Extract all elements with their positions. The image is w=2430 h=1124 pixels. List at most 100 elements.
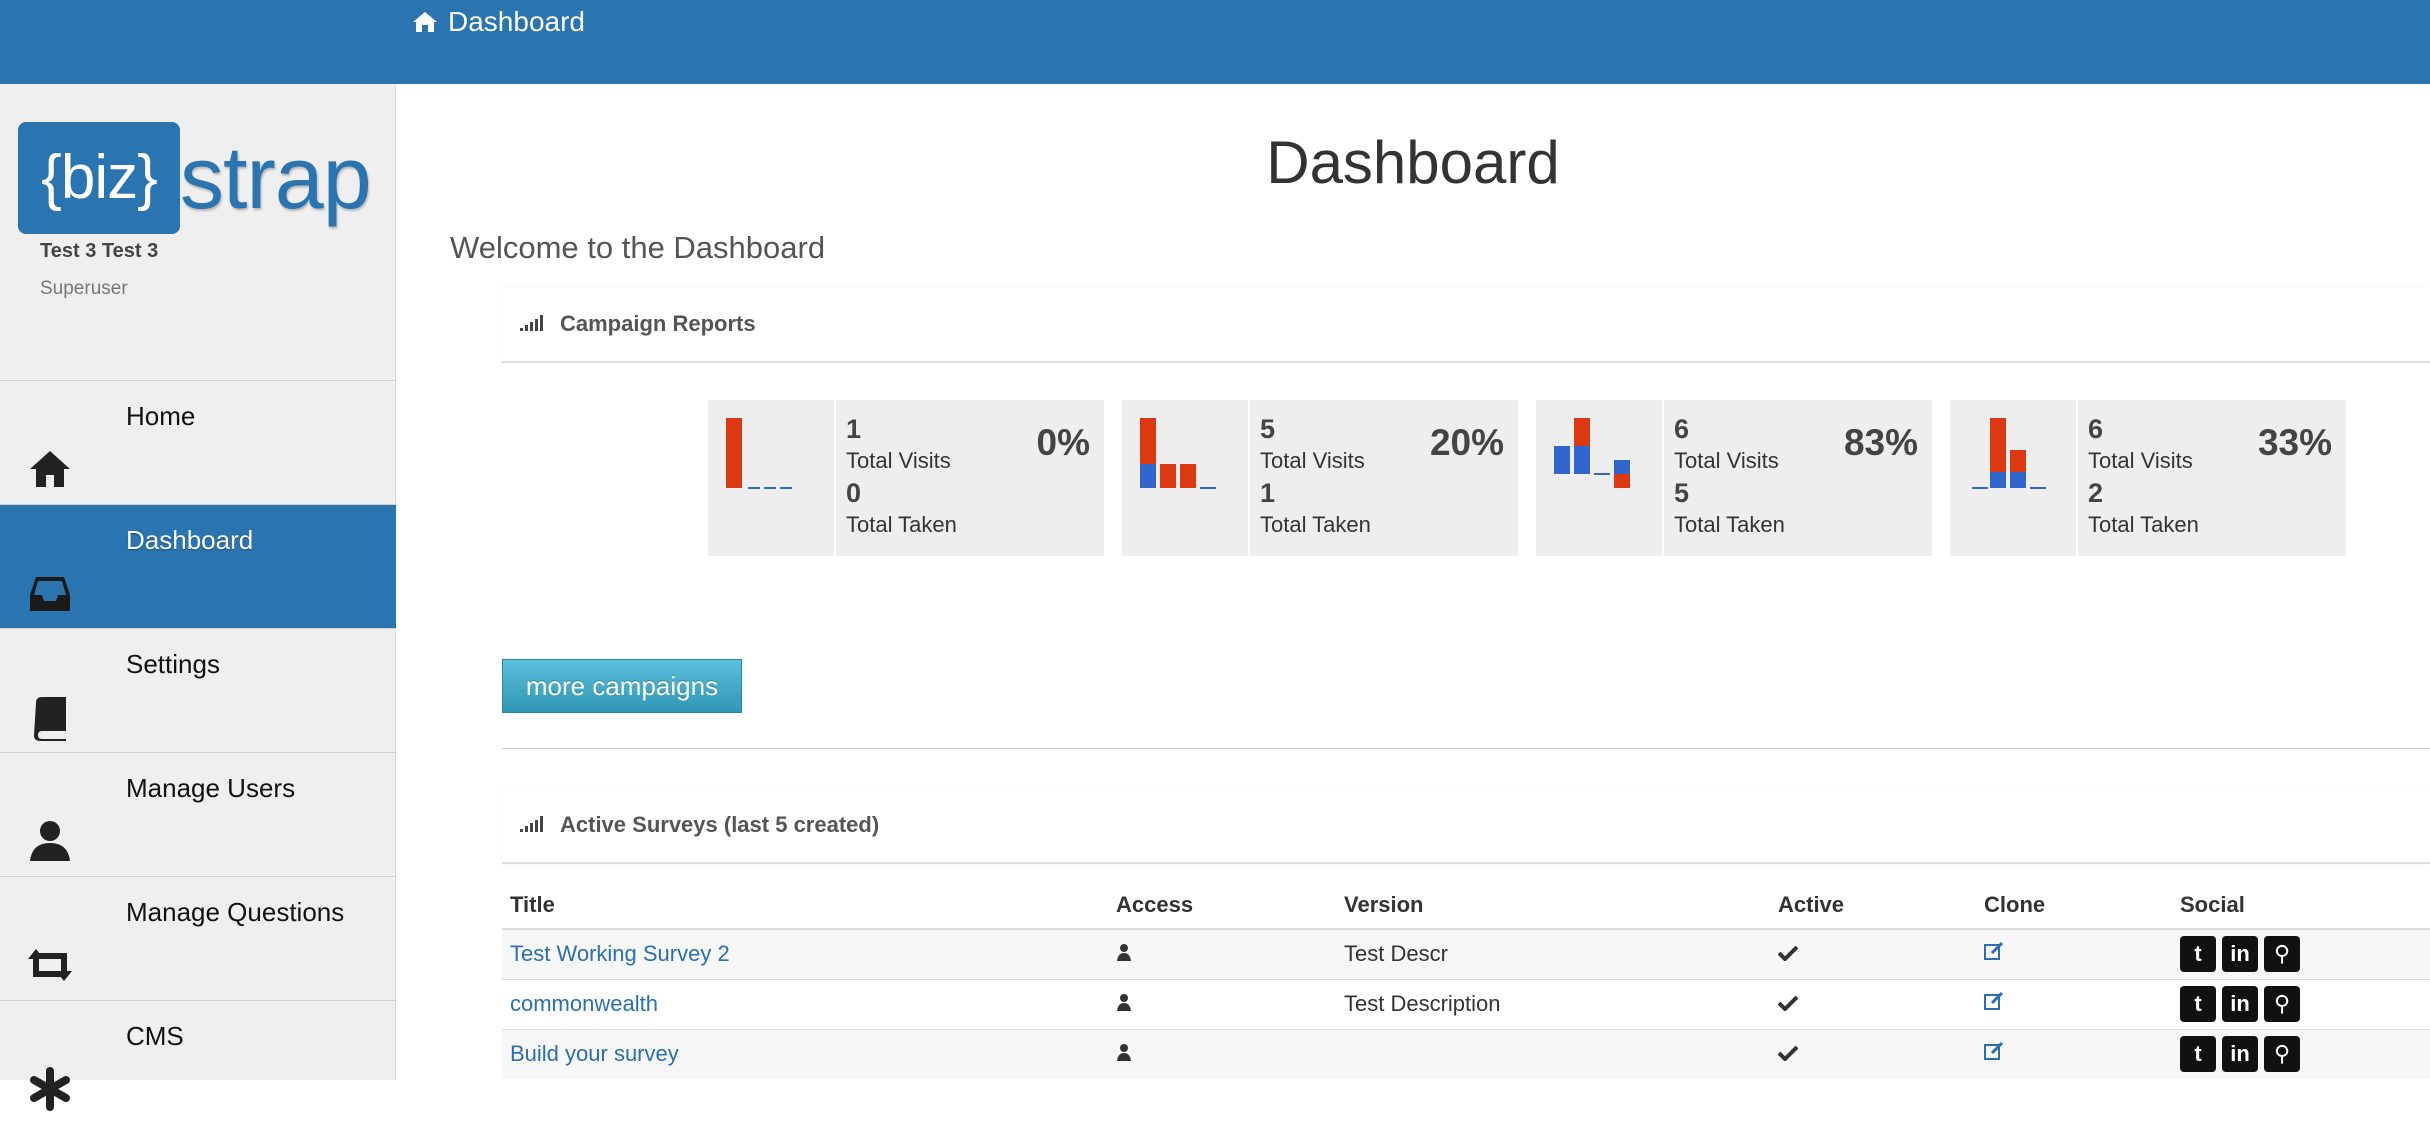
sidebar-item-manage-questions[interactable]: Manage Questions — [0, 876, 396, 1000]
sidebar-item-label: Home — [126, 401, 196, 431]
total-taken-label: Total Taken — [1260, 512, 1371, 537]
survey-version — [1336, 1028, 1770, 1079]
edit-icon[interactable] — [1984, 1041, 2004, 1061]
active-surveys-table: Title Access Version Active Clone Social… — [502, 880, 2430, 1079]
survey-title-link[interactable]: commonwealth — [510, 991, 658, 1016]
user-icon — [30, 821, 70, 861]
total-visits-value: 5 — [1260, 414, 1276, 444]
page-title: Dashboard — [1266, 129, 1560, 196]
campaign-stat-tile[interactable]: 6 Total Visits 5 Total Taken 83% — [1536, 400, 1932, 556]
total-visits-value: 1 — [846, 414, 862, 444]
total-taken-label: Total Taken — [1674, 512, 1785, 537]
column-header-access[interactable]: Access — [1108, 880, 1336, 930]
asterisk-icon — [30, 1067, 70, 1111]
table-header-row: Title Access Version Active Clone Social — [502, 880, 2430, 930]
more-campaigns-button[interactable]: more campaigns — [502, 659, 742, 713]
signal-icon — [520, 315, 543, 331]
linkedin-icon[interactable]: in — [2222, 1036, 2258, 1073]
pin-icon[interactable]: ⚲ — [2264, 1036, 2300, 1073]
welcome-text: Welcome to the Dashboard — [450, 230, 826, 265]
sidebar: {biz} strap Test 3 Test 3 Superuser Home… — [0, 84, 396, 1111]
check-icon — [1777, 995, 1799, 1012]
logo-box-text: {biz} — [18, 122, 180, 234]
pin-icon[interactable]: ⚲ — [2264, 936, 2300, 973]
completion-percent: 33% — [2257, 422, 2332, 463]
user-icon — [1117, 1044, 1131, 1062]
total-taken-label: Total Taken — [846, 512, 957, 537]
sidebar-item-label: Manage Users — [126, 773, 296, 803]
tile-separator — [834, 400, 836, 556]
total-taken-value: 0 — [846, 478, 862, 508]
survey-version: Test Descr — [1336, 928, 1770, 979]
column-header-title[interactable]: Title — [502, 880, 1108, 930]
linkedin-icon[interactable]: in — [2222, 936, 2258, 973]
tile-separator — [1248, 400, 1250, 556]
total-visits-label: Total Visits — [2088, 448, 2193, 473]
sidebar-item-label: CMS — [126, 1021, 184, 1051]
sidebar-item-label: Manage Questions — [126, 897, 345, 927]
edit-icon[interactable] — [1984, 991, 2004, 1011]
check-icon — [1777, 1045, 1799, 1063]
sidebar-item-cms[interactable]: CMS — [0, 1000, 396, 1124]
sidebar-item-home[interactable]: Home — [0, 380, 396, 504]
home-icon — [413, 12, 437, 32]
table-row: Build your survey t in ⚲ — [502, 1028, 2430, 1079]
total-taken-value: 2 — [2088, 478, 2104, 508]
twitter-icon[interactable]: t — [2180, 936, 2216, 973]
mini-bar-chart — [726, 418, 792, 489]
twitter-icon[interactable]: t — [2180, 1036, 2216, 1073]
campaign-reports-header: Campaign Reports — [502, 287, 2430, 363]
user-name: Test 3 Test 3 — [40, 240, 159, 262]
column-header-version[interactable]: Version — [1336, 880, 1770, 930]
survey-title-link[interactable]: Build your survey — [510, 1041, 679, 1066]
user-icon — [1117, 994, 1131, 1011]
total-visits-label: Total Visits — [846, 448, 951, 473]
table-row: Test Working Survey 2 Test Descr t in ⚲ — [502, 928, 2430, 979]
total-taken-label: Total Taken — [2088, 512, 2199, 537]
sidebar-item-manage-users[interactable]: Manage Users — [0, 752, 396, 876]
user-icon — [1117, 944, 1131, 962]
retweet-icon — [28, 949, 72, 981]
column-header-active[interactable]: Active — [1770, 880, 1976, 930]
sidebar-item-label: Dashboard — [126, 525, 254, 555]
sidebar-item-settings[interactable]: Settings — [0, 628, 396, 752]
campaign-stat-tile[interactable]: 6 Total Visits 2 Total Taken 33% — [1950, 400, 2346, 556]
inbox-icon — [30, 577, 70, 611]
pin-icon[interactable]: ⚲ — [2264, 986, 2300, 1022]
signal-icon — [520, 816, 543, 832]
total-taken-value: 1 — [1260, 478, 1276, 508]
completion-percent: 20% — [1429, 422, 1504, 463]
active-surveys-header: Active Surveys (last 5 created) — [502, 788, 2430, 864]
column-header-clone[interactable]: Clone — [1976, 880, 2172, 930]
sidebar-item-dashboard[interactable]: Dashboard — [0, 504, 396, 628]
mini-bar-chart — [1140, 418, 1216, 489]
logo-strap-text: strap — [180, 128, 372, 227]
campaign-reports-title: Campaign Reports — [560, 311, 756, 336]
column-header-social[interactable]: Social — [2172, 880, 2430, 930]
total-visits-value: 6 — [1674, 414, 1690, 444]
sidebar-item-label: Settings — [126, 649, 220, 679]
total-taken-value: 5 — [1674, 478, 1690, 508]
breadcrumb[interactable]: Dashboard — [412, 6, 585, 38]
active-surveys-title: Active Surveys (last 5 created) — [560, 812, 880, 837]
home-icon — [30, 451, 70, 487]
tile-separator — [1662, 400, 1664, 556]
table-row: commonwealth Test Description t in ⚲ — [502, 978, 2430, 1029]
total-visits-label: Total Visits — [1674, 448, 1779, 473]
mini-bar-chart — [1972, 418, 2046, 489]
twitter-icon[interactable]: t — [2180, 986, 2216, 1022]
total-visits-value: 6 — [2088, 414, 2104, 444]
linkedin-icon[interactable]: in — [2222, 986, 2258, 1022]
bizstrap-logo[interactable]: {biz} strap — [18, 122, 390, 242]
tile-separator — [2076, 400, 2078, 556]
survey-title-link[interactable]: Test Working Survey 2 — [510, 941, 730, 966]
book-icon — [34, 697, 66, 741]
user-role: Superuser — [40, 278, 128, 299]
campaign-stat-tile[interactable]: 5 Total Visits 1 Total Taken 20% — [1122, 400, 1518, 556]
campaign-stat-tile[interactable]: 1 Total Visits 0 Total Taken 0% — [708, 400, 1104, 556]
section-divider — [502, 748, 2430, 749]
top-navbar: Dashboard — [0, 0, 2430, 84]
completion-percent: 83% — [1843, 422, 1918, 463]
breadcrumb-label: Dashboard — [448, 6, 585, 37]
edit-icon[interactable] — [1984, 941, 2004, 961]
